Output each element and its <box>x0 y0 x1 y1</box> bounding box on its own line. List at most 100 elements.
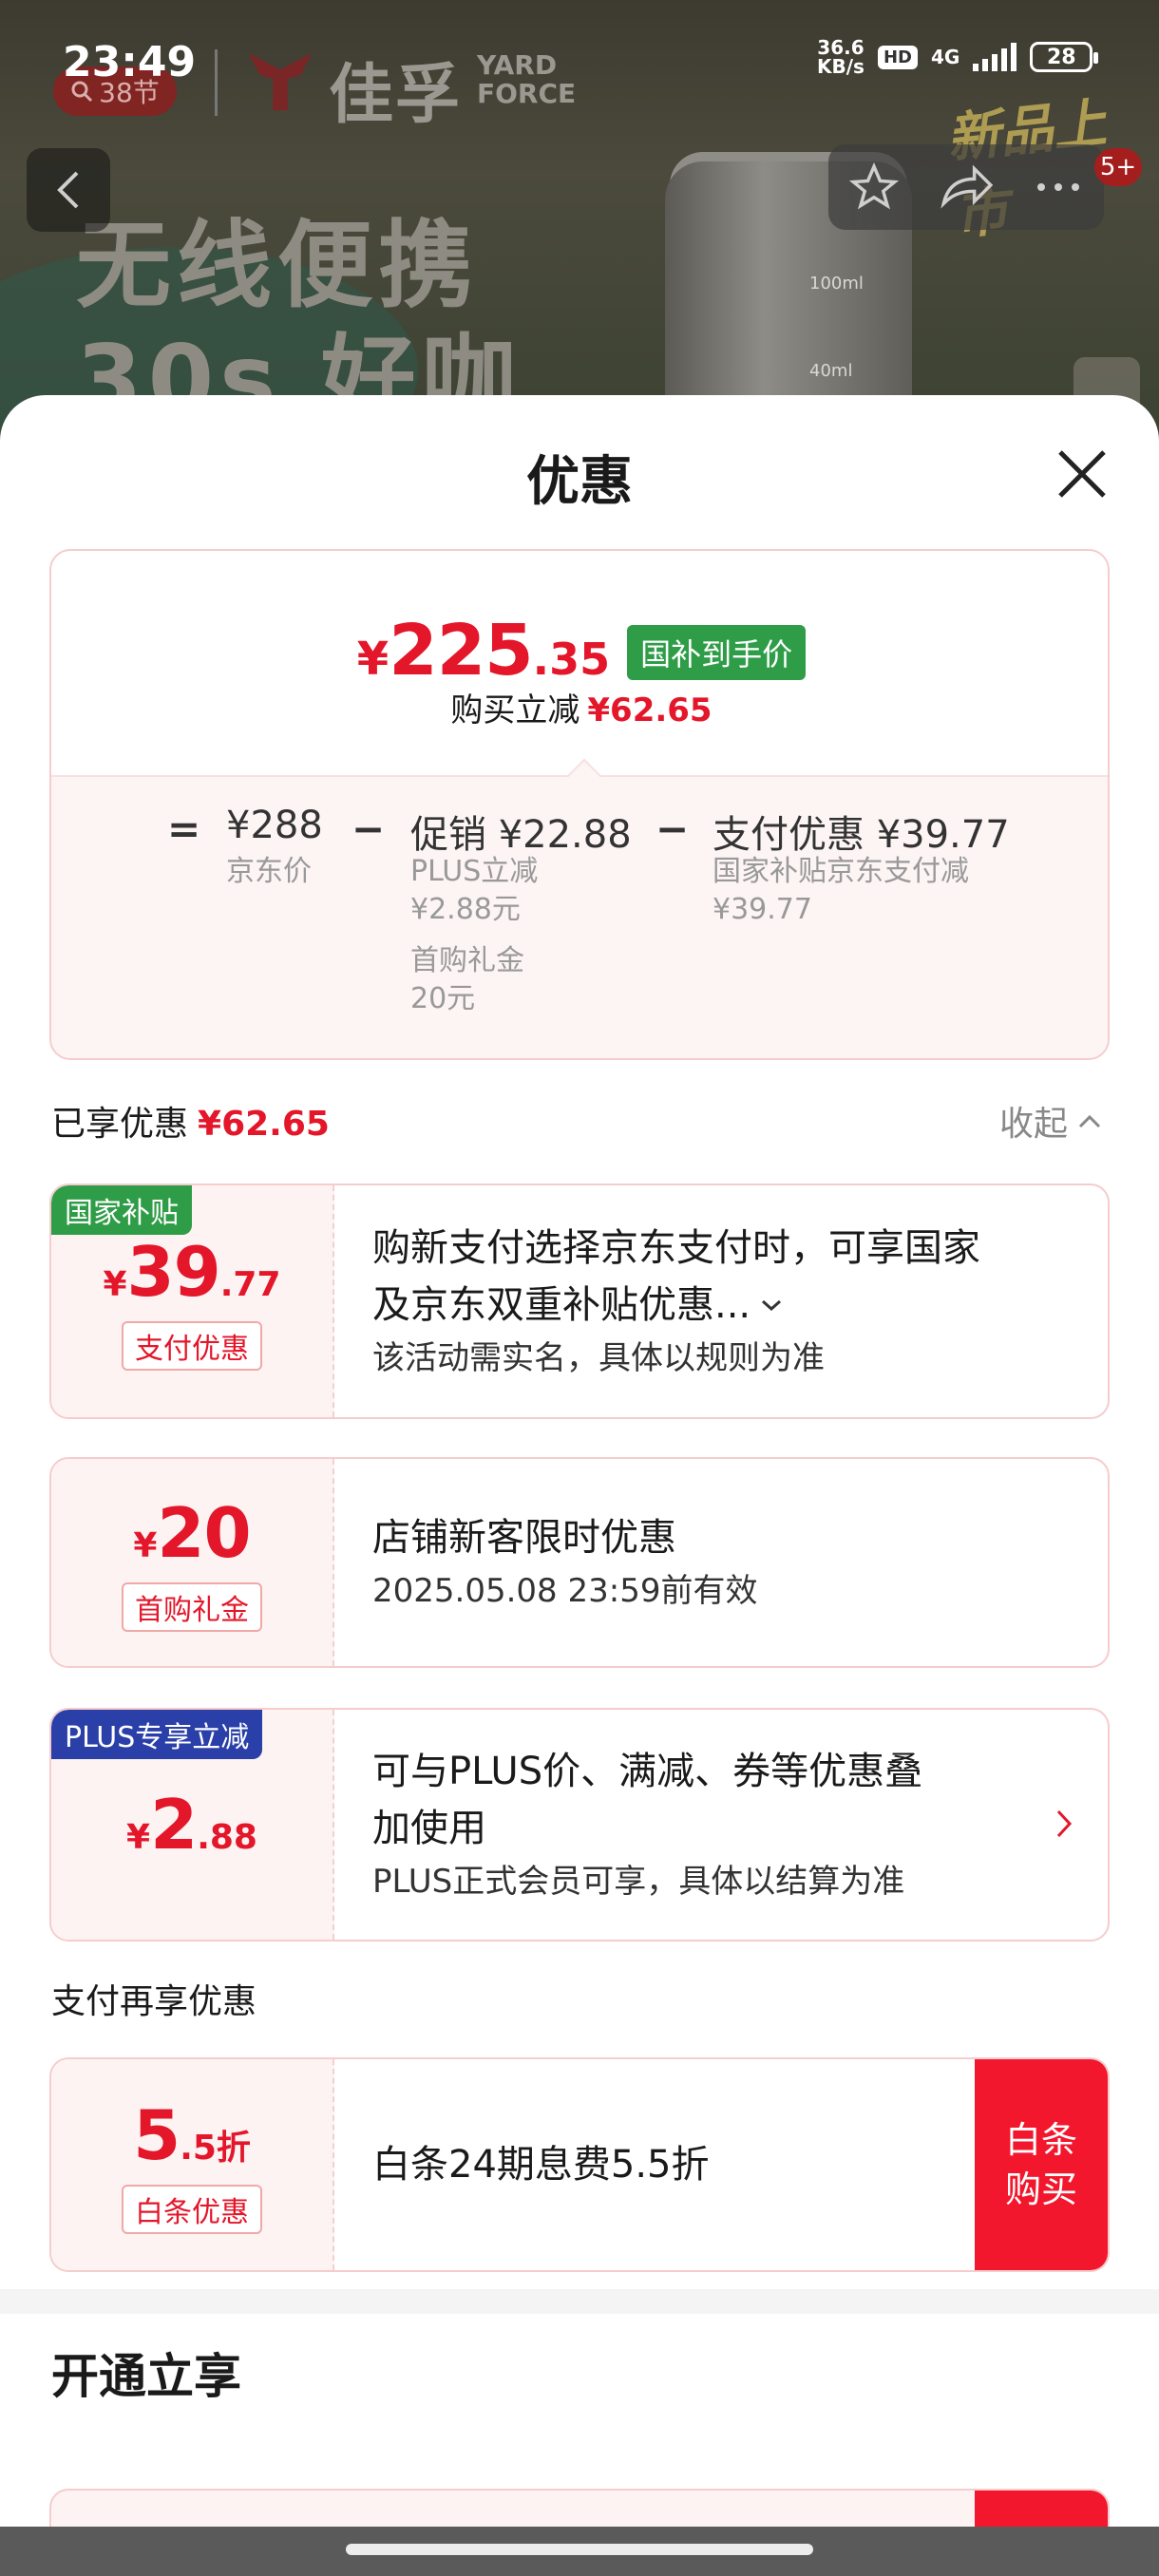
plus-exclusive-tag: PLUS专享立减 <box>51 1710 263 1759</box>
back-button[interactable] <box>27 148 110 232</box>
coupon-subtitle: 该活动需实名，具体以规则为准 <box>372 1339 825 1377</box>
coupon-integer: 2 <box>150 1785 198 1865</box>
brand-logo-icon <box>248 52 313 111</box>
plus-discount-label: PLUS立减 <box>410 855 539 888</box>
price-decimal: .35 <box>532 634 611 685</box>
coupon-title-expand[interactable]: 及京东双重补贴优惠... <box>372 1277 1051 1334</box>
minus-sign: − <box>352 805 386 852</box>
pay-again-label: 支付再享优惠 <box>51 1982 257 2021</box>
brand-name-cn: 佳孚 <box>329 58 463 133</box>
price-integer: 225 <box>389 610 533 691</box>
message-count-badge: 5+ <box>1094 148 1142 186</box>
coupon-gov-subsidy[interactable]: ¥ 39 .77 支付优惠 国家补贴 购新支付选择京东支付时，可享国家 及京东双… <box>49 1184 1110 1419</box>
sheet-title: 优惠 <box>526 451 633 513</box>
coupon-decimal: .77 <box>219 1265 281 1304</box>
buy-button-line: 白条 <box>1004 2119 1077 2161</box>
chevron-right-icon[interactable] <box>1054 1808 1074 1840</box>
coupon-amount: ¥ 2 .88 <box>126 1785 257 1865</box>
star-icon[interactable] <box>848 162 899 212</box>
chevron-left-icon <box>57 171 79 209</box>
coupon-expiry: 2025.05.08 23:59前有效 <box>372 1572 758 1610</box>
discount-sheet: 优惠 ¥ 225 .35 国补到手价 购买立减 ¥62.65 = ¥288 京东价… <box>0 395 1159 2576</box>
brand-en-line: YARD <box>477 49 558 81</box>
coupon-amount: 5 .5折 <box>133 2095 251 2175</box>
close-icon[interactable] <box>1051 443 1113 505</box>
coupon-kind-tag: 首购礼金 <box>122 1582 262 1632</box>
signal-icon <box>973 43 1017 71</box>
coupon-details: 购新支付选择京东支付时，可享国家 及京东双重补贴优惠... 该活动需实名，具体以… <box>372 1185 1051 1417</box>
coupon-amount-panel: ¥ 20 首购礼金 <box>51 1459 334 1666</box>
coupon-baitiao[interactable]: 5 .5折 白条优惠 白条24期息费5.5折 白条 购买 <box>49 2057 1110 2272</box>
coupon-plus-discount[interactable]: ¥ 2 .88 PLUS专享立减 可与PLUS价、满减、券等优惠叠 加使用 PL… <box>49 1708 1110 1941</box>
coupon-title: 及京东双重补贴优惠... <box>372 1283 751 1327</box>
breakdown-caret <box>566 758 602 794</box>
buy-button-line: 购买 <box>1004 2169 1077 2210</box>
brand-name-en: YARD FORCE <box>477 51 576 108</box>
chevron-up-icon <box>1078 1114 1101 1128</box>
jd-price: ¥288 <box>226 804 323 847</box>
coupon-first-purchase[interactable]: ¥ 20 首购礼金 店铺新客限时优惠 2025.05.08 23:59前有效 <box>49 1457 1110 1668</box>
coupon-currency: ¥ <box>103 1265 127 1304</box>
coupon-title: 店铺新客限时优惠 <box>372 1516 676 1560</box>
final-price: ¥ 225 .35 国补到手价 <box>51 610 1108 691</box>
enjoyed-amount: ¥62.65 <box>198 1105 330 1144</box>
battery-icon: 28 <box>1030 42 1099 72</box>
coupon-details: 店铺新客限时优惠 2025.05.08 23:59前有效 <box>372 1459 1051 1666</box>
price-currency: ¥ <box>356 633 390 686</box>
coupon-integer: 5 <box>133 2095 180 2175</box>
coupon-subtitle: PLUS正式会员可享，具体以结算为准 <box>372 1863 905 1901</box>
coupon-details: 白条24期息费5.5折 <box>372 2059 956 2270</box>
coupon-amount: ¥ 20 <box>133 1493 251 1573</box>
coupon-amount: ¥ 39 .77 <box>103 1232 280 1312</box>
jar-scale-mark: 40ml <box>809 361 853 381</box>
collapse-label: 收起 <box>999 1105 1069 1144</box>
price-summary-card: ¥ 225 .35 国补到手价 购买立减 ¥62.65 = ¥288 京东价 − … <box>49 549 1110 1060</box>
minus-sign: − <box>656 805 690 852</box>
top-action-group <box>828 144 1104 230</box>
equals-sign: = <box>167 805 201 852</box>
coupon-title: 白条24期息费5.5折 <box>372 2143 710 2187</box>
jd-price-label: 京东价 <box>226 855 312 888</box>
enjoyed-discount: 已享优惠 ¥62.65 <box>51 1096 330 1146</box>
home-indicator[interactable] <box>346 2544 813 2555</box>
enjoyed-label: 已享优惠 <box>51 1105 189 1144</box>
baitiao-buy-button[interactable]: 白条 购买 <box>975 2059 1108 2270</box>
hd-icon: HD <box>877 45 918 69</box>
gov-subsidy-value: ¥39.77 <box>712 893 812 926</box>
section-separator <box>0 2289 1159 2314</box>
first-purchase-value: 20元 <box>410 982 476 1015</box>
coupon-details: 可与PLUS价、满减、券等优惠叠 加使用 PLUS正式会员可享，具体以结算为准 <box>372 1710 1051 1940</box>
coupon-amount-panel: 5 .5折 白条优惠 <box>51 2059 334 2270</box>
coupon-title: 加使用 <box>372 1807 486 1850</box>
savings-label: 购买立减 <box>450 691 580 729</box>
promo-total: 促销 ¥22.88 <box>410 813 632 857</box>
headline-line: 无线便携 <box>76 210 479 321</box>
coupon-currency: ¥ <box>133 1526 158 1565</box>
battery-level: 28 <box>1047 45 1076 69</box>
coupon-kind-tag: 白条优惠 <box>122 2185 262 2234</box>
divider <box>215 49 218 116</box>
open-membership-title: 开通立享 <box>51 2349 241 2404</box>
payment-discount-total: 支付优惠 ¥39.77 <box>712 813 1010 857</box>
coupon-currency: ¥ <box>126 1818 151 1857</box>
coupon-title: 可与PLUS价、满减、券等优惠叠 <box>372 1750 923 1793</box>
brand-en-line: FORCE <box>477 78 577 109</box>
network-speed-value: 36.6 <box>817 36 864 59</box>
savings-amount: ¥62.65 <box>587 691 712 729</box>
chevron-down-icon <box>762 1299 782 1312</box>
status-time: 23:49 <box>63 38 197 86</box>
price-breakdown: = ¥288 京东价 − 促销 ¥22.88 PLUS立减 ¥2.88元 首购礼… <box>51 758 1108 1058</box>
share-icon[interactable] <box>940 162 993 212</box>
gov-subsidy-tag: 国家补贴 <box>51 1185 192 1235</box>
first-purchase-label: 首购礼金 <box>410 944 524 977</box>
more-icon[interactable] <box>1034 180 1083 194</box>
network-speed: 36.6 KB/s <box>817 38 864 76</box>
gov-subsidy-label: 国家补贴京东支付减 <box>712 855 969 888</box>
collapse-button[interactable]: 收起 <box>999 1096 1102 1146</box>
coupon-integer: 20 <box>157 1493 251 1573</box>
coupon-decimal: .5折 <box>180 2129 251 2168</box>
status-icons: 36.6 KB/s HD 4G 28 <box>817 38 1099 76</box>
gov-subsidy-price-tag: 国补到手价 <box>627 625 807 680</box>
coupon-integer: 39 <box>126 1232 221 1312</box>
coupon-decimal: .88 <box>197 1818 257 1857</box>
